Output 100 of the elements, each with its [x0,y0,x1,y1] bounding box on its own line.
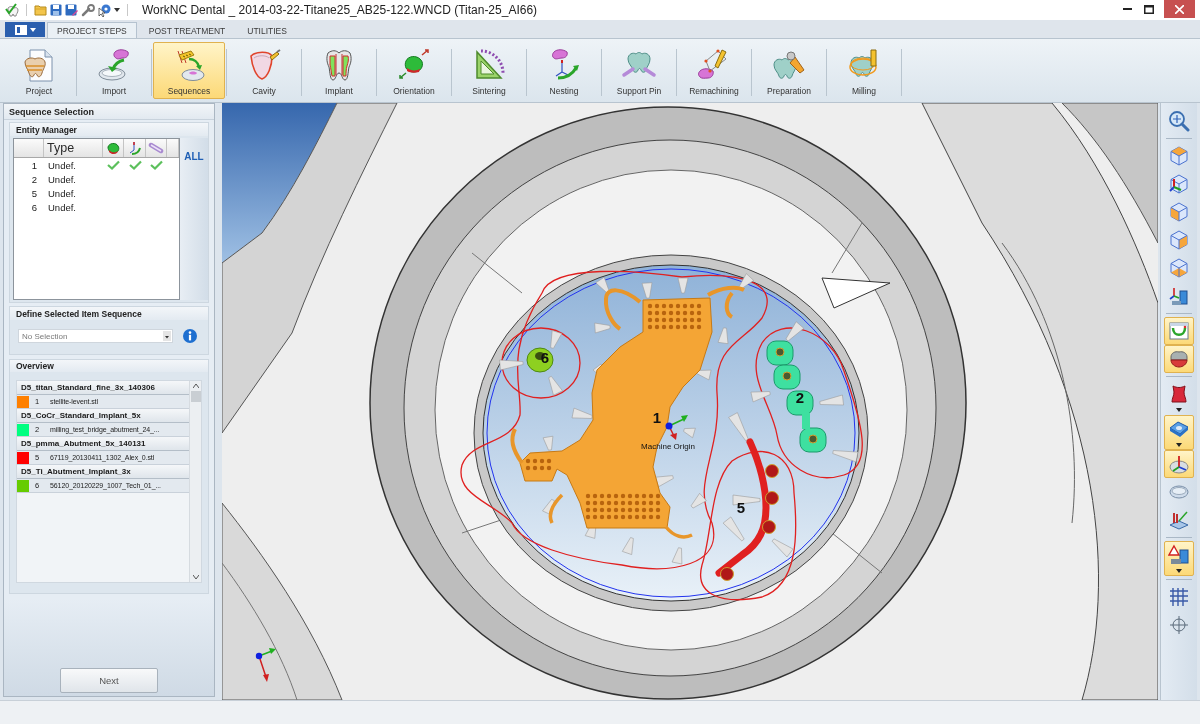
caret-icon[interactable] [1176,443,1182,447]
all-button[interactable]: ALL [180,138,208,300]
origin-axes-icon [665,415,688,440]
maximize-icon [1144,4,1154,14]
blade-shape [821,277,891,309]
import-button[interactable]: Import [78,42,150,99]
cube-icon [1168,229,1190,251]
caret-icon[interactable] [114,8,120,12]
support-pin [832,450,859,463]
dropdown-caret-icon[interactable] [163,331,171,341]
cube-axes-icon [1168,173,1190,195]
support-pin [696,369,712,381]
application-menu-button[interactable] [5,22,45,37]
milling-button[interactable]: Milling [828,42,900,99]
cup-icon [1168,383,1190,405]
sequences-button[interactable]: Sequences [153,42,225,99]
support-pin [677,277,689,294]
support-pin [542,435,554,451]
grid-icon [1168,586,1190,608]
support-pin [683,427,696,439]
support-pin [499,359,524,371]
support-pin [594,322,611,334]
support-pin [771,538,794,558]
origin-button[interactable] [1164,450,1194,478]
part-label: 2 [795,389,805,406]
support-pin [641,282,653,299]
folder-icon[interactable] [34,4,47,16]
axes-dish-icon [1168,453,1190,475]
support-pin [750,391,771,403]
wrench-icon[interactable] [81,3,95,17]
section-title: Entity Manager [10,123,208,136]
support-pin [785,321,805,342]
column-header[interactable]: Type [47,141,75,155]
plate-button[interactable] [1164,415,1194,450]
table-cell-text: Undef. [47,187,77,199]
blob-icon[interactable] [105,140,121,156]
scroll-down-icon[interactable] [192,575,199,579]
support-pin [690,493,707,509]
close-icon [1175,4,1184,14]
caret-icon[interactable] [1176,408,1182,412]
minimize-icon [1122,8,1132,10]
curve-window-icon [1168,320,1190,342]
remachining-button[interactable]: Remachining [678,42,750,99]
toolpath-button[interactable] [1164,317,1194,345]
dish-arrow-icon [96,47,132,83]
info-icon[interactable] [183,329,197,343]
cube-icon [1168,257,1190,279]
cube-icon [1168,145,1190,167]
panel-icon [14,24,27,35]
window-title: WorkNC Dental _ 2014-03-22-Titane25_AB25-122.WNCD (Titan-25_AI66) [142,3,538,17]
tab[interactable]: UTILITIES [237,22,297,38]
panel-title: Sequence Selection [4,104,214,120]
model-button[interactable] [1164,345,1194,373]
table-cell-text: Undef. [47,201,77,213]
next-button[interactable]: Next [60,668,158,693]
pin-icon[interactable] [148,140,164,156]
row-number: 6 [31,201,38,213]
implant-button[interactable]: Implant [303,42,375,99]
cube-icon [1168,201,1190,223]
caret-icon[interactable] [1176,569,1182,573]
scrollbar[interactable] [189,381,201,582]
tab[interactable]: PROJECT STEPS [47,22,137,38]
support-pin [655,475,674,488]
tab[interactable]: POST TREATMENT [138,22,236,38]
orientation-button[interactable]: Orientation [378,42,450,99]
abutment-model [526,347,554,373]
part-label: 5 [736,499,746,516]
support-pin [571,407,593,419]
save-as-icon[interactable] [65,4,78,16]
nesting-button[interactable]: Nesting [528,42,600,99]
project-button[interactable]: Project [3,42,75,99]
save-icon[interactable] [50,4,62,16]
preparation-button[interactable]: Preparation [753,42,825,99]
support-pin-button[interactable]: Support Pin [603,42,675,99]
support-pin [738,273,754,290]
check-tooth-icon[interactable] [5,3,19,17]
support-pin [728,412,749,441]
sequence-dropdown[interactable]: No Selection [18,329,173,343]
support-pin [542,499,555,516]
help-icon[interactable] [98,3,111,17]
sintering-button[interactable]: Sintering [453,42,525,99]
row-number: 5 [31,187,38,199]
warning-block-icon [1168,544,1190,566]
caret-icon[interactable] [29,27,36,32]
scroll-up-icon[interactable] [192,384,199,388]
support-pin [550,330,563,349]
row-number: 1 [31,159,38,171]
part-label: 6 [540,349,550,366]
cavity-button[interactable]: Cavity [228,42,300,99]
close-button[interactable] [1164,0,1195,18]
crosshair-icon [1168,614,1190,636]
axes-block-icon [1168,285,1190,307]
collision-button[interactable] [1164,541,1194,576]
support-pin [548,376,563,396]
table-cell-text: Undef. [47,173,77,185]
tools-plane-icon [1168,509,1190,531]
support-pin [722,516,745,542]
section-title: Overview [10,360,208,372]
tooth-icon [1168,348,1190,370]
scroll-thumb[interactable] [190,391,201,402]
